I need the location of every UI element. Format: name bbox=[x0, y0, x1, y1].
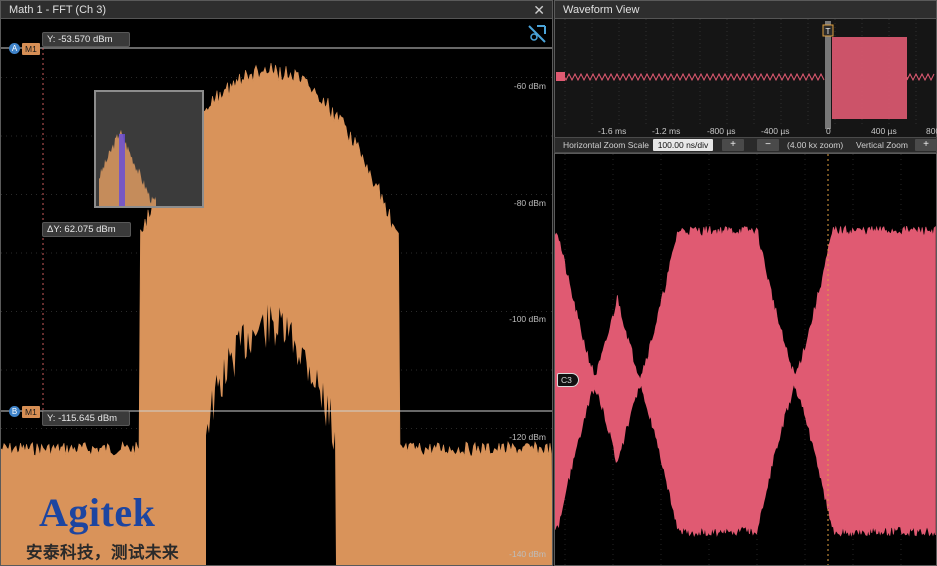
db-scale-label: -120 dBm bbox=[509, 432, 546, 442]
horizontal-zoom-label: Horizontal Zoom Scale bbox=[563, 140, 649, 150]
waveform-view-title: Waveform View bbox=[563, 4, 640, 16]
channel-ground-marker bbox=[556, 72, 565, 81]
cursor-a-tag[interactable]: A M1 bbox=[9, 42, 40, 55]
db-scale-label: -100 dBm bbox=[509, 314, 546, 324]
cursor-b-readout: Y: -115.645 dBm bbox=[42, 411, 130, 426]
fft-titlebar: Math 1 - FFT (Ch 3) ✕ bbox=[1, 1, 552, 19]
cursor-a-readout: Y: -53.570 dBm bbox=[42, 32, 130, 47]
agitek-logo: Agitek bbox=[39, 490, 156, 535]
zoomed-waveform-envelope bbox=[555, 225, 936, 538]
zoom-icon[interactable] bbox=[526, 23, 548, 45]
waveform-titlebar: Waveform View bbox=[555, 1, 936, 19]
db-scale-label: -140 dBm bbox=[509, 549, 546, 559]
time-tick: -1.2 ms bbox=[652, 126, 681, 136]
horizontal-zoom-scale-field[interactable]: 100.00 ns/div bbox=[653, 139, 713, 151]
db-scale-label: -60 dBm bbox=[513, 81, 546, 91]
waveform-view-panel: Waveform View T -1.6 ms -1.2 ms -800 µs … bbox=[554, 0, 937, 153]
time-tick: 400 µs bbox=[871, 126, 897, 136]
fft-panel-title: Math 1 - FFT (Ch 3) bbox=[9, 4, 106, 16]
time-tick: -400 µs bbox=[761, 126, 790, 136]
time-tick: 0 bbox=[826, 126, 831, 136]
fft-overview-thumbnail[interactable] bbox=[94, 90, 204, 208]
cursor-b-letter: B bbox=[9, 406, 20, 417]
horizontal-zoom-minus-button[interactable]: − bbox=[757, 139, 779, 151]
trigger-label: T bbox=[825, 26, 830, 36]
time-tick: -1.6 ms bbox=[598, 126, 627, 136]
cursor-a-letter: A bbox=[9, 43, 20, 54]
zoom-controls-bar: Horizontal Zoom Scale 100.00 ns/div + − … bbox=[554, 137, 937, 153]
close-icon[interactable]: ✕ bbox=[533, 2, 545, 19]
delta-y-readout: ΔY: 62.075 dBm bbox=[42, 222, 131, 237]
zoom-factor-text: (4.00 kx zoom) bbox=[787, 140, 844, 150]
horizontal-zoom-plus-button[interactable]: + bbox=[722, 139, 744, 151]
vertical-zoom-plus-button[interactable]: + bbox=[915, 139, 937, 151]
brand-slogan: 安泰科技，测试未来 bbox=[26, 544, 179, 562]
trigger-marker[interactable]: T bbox=[822, 24, 834, 37]
time-tick: -800 µs bbox=[707, 126, 736, 136]
fft-spectrum-plot[interactable] bbox=[1, 19, 552, 565]
vertical-zoom-label: Vertical Zoom bbox=[856, 140, 908, 150]
zoom-region-highlight[interactable] bbox=[825, 21, 831, 129]
zoomed-waveform-view[interactable]: C3 bbox=[554, 153, 937, 566]
time-tick: 800 bbox=[926, 126, 937, 136]
zoomed-waveform-plot[interactable] bbox=[555, 154, 936, 565]
cursor-b-source: M1 bbox=[22, 405, 40, 418]
cursor-b-tag[interactable]: B M1 bbox=[9, 405, 40, 418]
cursor-a-source: M1 bbox=[22, 42, 40, 55]
channel-c3-marker[interactable]: C3 bbox=[557, 373, 579, 387]
fft-panel: Math 1 - FFT (Ch 3) ✕ -60 dBm -80 dBm -1… bbox=[0, 0, 553, 566]
channel-c3-label: C3 bbox=[557, 373, 579, 387]
overview-burst-block bbox=[832, 37, 907, 119]
thumbnail-zoom-window bbox=[119, 134, 125, 206]
thumbnail-spectrum bbox=[99, 129, 156, 206]
waveform-overview-plot[interactable]: T bbox=[555, 19, 936, 138]
db-scale-label: -80 dBm bbox=[513, 198, 546, 208]
